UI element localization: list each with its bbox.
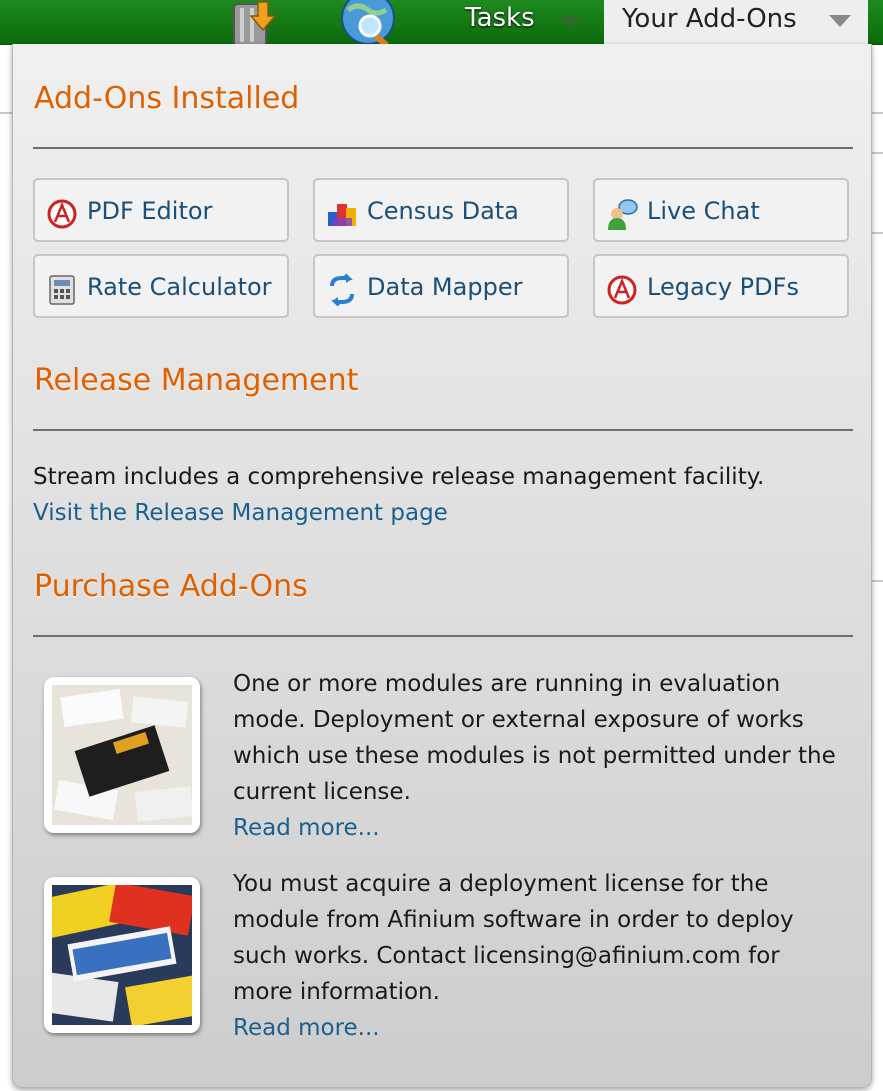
purchase-notice-2-line-4: more information.: [233, 979, 440, 1005]
live-chat-icon: [608, 199, 638, 230]
divider: [33, 147, 853, 149]
purchase-notice-1-line-4: current license.: [233, 779, 411, 805]
data-mapper-icon: [330, 274, 354, 306]
add-on-label: Census Data: [367, 197, 519, 225]
background-page-line: [871, 152, 883, 154]
add-on-tile-data-mapper[interactable]: Data Mapper: [313, 254, 569, 318]
add-on-label: PDF Editor: [87, 197, 213, 225]
pdf-icon: [47, 199, 77, 229]
purchase-notice-1-line-3: which use these modules is not permitted…: [233, 743, 836, 769]
release-management-text: Stream includes a comprehensive release …: [33, 464, 765, 490]
your-add-ons-label: Your Add-Ons: [622, 4, 797, 34]
stickers-image: [52, 885, 192, 1025]
add-on-tile-legacy-pdfs[interactable]: Legacy PDFs: [593, 254, 849, 318]
add-on-tile-pdf-editor[interactable]: PDF Editor: [33, 178, 289, 242]
add-on-tile-live-chat[interactable]: Live Chat: [593, 178, 849, 242]
purchase-notice-2-line-2: module from Afinium software in order to…: [233, 907, 794, 933]
background-page-line: [871, 580, 883, 582]
business-cards-image: [52, 685, 192, 825]
add-on-tile-census-data[interactable]: Census Data: [313, 178, 569, 242]
background-page-line: [871, 112, 883, 114]
purchase-notice-1-line-2: mode. Deployment or external exposure of…: [233, 707, 804, 733]
purchase-notice-2-line-3: such works. Contact licensing@afinium.co…: [233, 943, 780, 969]
chevron-down-icon: [559, 16, 581, 28]
read-more-link[interactable]: Read more...: [233, 810, 380, 846]
calculator-icon: [49, 275, 75, 305]
purchase-notice-2-line-1: You must acquire a deployment license fo…: [233, 871, 769, 897]
read-more-link[interactable]: Read more...: [233, 1010, 380, 1046]
census-data-icon: [328, 204, 356, 226]
divider: [33, 429, 853, 431]
business-cards-thumbnail: [44, 677, 200, 833]
release-management-heading: Release Management: [34, 363, 359, 398]
background-page-line: [871, 232, 883, 234]
divider: [33, 635, 853, 637]
add-on-label: Live Chat: [647, 197, 760, 225]
release-management-link[interactable]: Visit the Release Management page: [33, 495, 448, 531]
trash-download-icon[interactable]: [228, 0, 278, 50]
top-navigation-bar: Tasks Your Add-Ons: [0, 0, 883, 48]
tasks-menu[interactable]: Tasks: [452, 0, 600, 44]
add-ons-dropdown-panel: Add-Ons Installed PDF Editor Census Data…: [12, 44, 872, 1088]
add-on-label: Data Mapper: [367, 273, 523, 301]
add-on-label: Legacy PDFs: [647, 273, 799, 301]
background-page-line: [0, 112, 12, 114]
your-add-ons-tab[interactable]: Your Add-Ons: [604, 0, 868, 46]
chevron-down-icon: [829, 15, 851, 27]
purchase-add-ons-heading: Purchase Add-Ons: [34, 569, 308, 604]
add-ons-installed-heading: Add-Ons Installed: [34, 81, 300, 116]
purchase-notice-1-line-1: One or more modules are running in evalu…: [233, 671, 781, 697]
add-on-tile-rate-calculator[interactable]: Rate Calculator: [33, 254, 289, 318]
tasks-label: Tasks: [465, 3, 535, 33]
stickers-thumbnail: [44, 877, 200, 1033]
add-on-label: Rate Calculator: [87, 273, 272, 301]
pdf-icon: [607, 275, 637, 305]
